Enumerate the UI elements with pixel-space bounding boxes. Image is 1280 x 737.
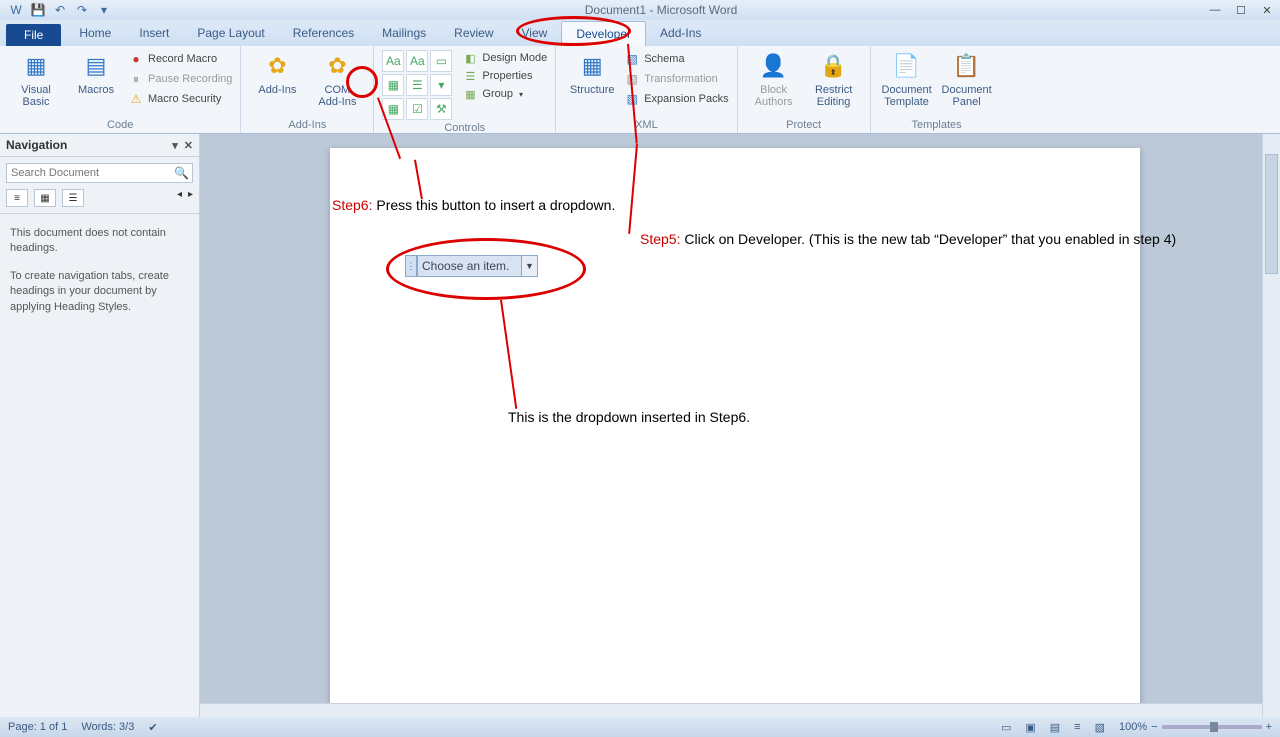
- zoom-slider[interactable]: [1162, 725, 1262, 729]
- view-print-layout-icon[interactable]: ▭: [1001, 721, 1011, 734]
- title-bar: W 💾 ↶ ↷ ▾ Document1 - Microsoft Word — ☐…: [0, 0, 1280, 20]
- view-full-screen-icon[interactable]: ▣: [1025, 721, 1035, 734]
- vertical-scrollbar[interactable]: [1262, 134, 1280, 717]
- rich-text-control-icon[interactable]: Aa: [382, 50, 404, 72]
- checkbox-control-icon[interactable]: ☑: [406, 98, 428, 120]
- properties-button[interactable]: ☰Properties: [462, 68, 547, 84]
- group-templates: 📄Document Template 📋Document Panel Templ…: [871, 46, 1003, 133]
- block-authors-button[interactable]: 👤Block Authors: [746, 50, 802, 108]
- save-icon[interactable]: 💾: [28, 1, 48, 19]
- tab-mailings[interactable]: Mailings: [368, 21, 440, 46]
- window-title: Document1 - Microsoft Word: [120, 3, 1202, 17]
- tab-add-ins[interactable]: Add-Ins: [646, 21, 715, 46]
- nav-close-icon[interactable]: ✕: [184, 139, 193, 152]
- design-mode-button[interactable]: ◧Design Mode: [462, 50, 547, 66]
- ribbon: ▦Visual Basic ▤Macros ●Record Macro ⏸Pau…: [0, 46, 1280, 134]
- date-picker-control-icon[interactable]: ▦: [382, 98, 404, 120]
- dropdown-content-control[interactable]: Choose an item. ▼: [417, 255, 538, 277]
- transformation-button[interactable]: ▧Transformation: [624, 70, 728, 88]
- restrict-editing-button[interactable]: 🔒Restrict Editing: [806, 50, 862, 108]
- file-tab[interactable]: File: [6, 24, 61, 46]
- zoom-out-button[interactable]: −: [1151, 721, 1157, 733]
- nav-tab-next-icon[interactable]: ▸: [188, 189, 193, 207]
- tab-developer[interactable]: Developer: [561, 21, 646, 46]
- record-macro-button[interactable]: ●Record Macro: [128, 50, 232, 68]
- document-area: [200, 134, 1280, 717]
- addins-button[interactable]: ✿Add-Ins: [249, 50, 305, 96]
- legacy-tools-icon[interactable]: ⚒: [430, 98, 452, 120]
- word-icon: W: [6, 1, 26, 19]
- quick-access-toolbar: W 💾 ↶ ↷ ▾: [0, 1, 120, 19]
- content-control-handle-icon[interactable]: ⋮: [405, 255, 417, 277]
- dropdown-placeholder-text: Choose an item.: [422, 259, 509, 273]
- pause-recording-button[interactable]: ⏸Pause Recording: [128, 70, 232, 88]
- dropdown-arrow-icon[interactable]: ▼: [521, 256, 537, 276]
- picture-control-icon[interactable]: ▭: [430, 50, 452, 72]
- group-xml: ▦Structure ▧Schema ▧Transformation ▧Expa…: [556, 46, 737, 133]
- nav-menu-icon[interactable]: ▾: [172, 139, 178, 152]
- status-bar: Page: 1 of 1 Words: 3/3 ✔ ▭ ▣ ▤ ≡ ▧ 100%…: [0, 717, 1280, 737]
- nav-tab-results[interactable]: ☰: [62, 189, 84, 207]
- nav-message-1: This document does not contain headings.: [10, 226, 189, 257]
- group-addins: ✿Add-Ins ✿COM Add-Ins Add-Ins: [241, 46, 374, 133]
- view-draft-icon[interactable]: ▧: [1095, 721, 1105, 734]
- status-words[interactable]: Words: 3/3: [81, 721, 134, 733]
- group-label: Templates: [879, 117, 995, 131]
- nav-tab-prev-icon[interactable]: ◂: [177, 189, 182, 207]
- macros-button[interactable]: ▤Macros: [68, 50, 124, 96]
- zoom-in-button[interactable]: +: [1266, 721, 1272, 733]
- annotation-caption: This is the dropdown inserted in Step6.: [508, 409, 750, 425]
- group-label: Protect: [746, 117, 862, 131]
- group-label: Controls: [382, 120, 547, 134]
- view-web-layout-icon[interactable]: ▤: [1050, 721, 1060, 734]
- expansion-packs-button[interactable]: ▧Expansion Packs: [624, 90, 728, 108]
- macro-security-button[interactable]: ⚠Macro Security: [128, 90, 232, 108]
- close-button[interactable]: ✕: [1254, 1, 1280, 19]
- group-label: Code: [8, 117, 232, 131]
- tab-references[interactable]: References: [279, 21, 368, 46]
- tab-view[interactable]: View: [508, 21, 562, 46]
- annotation-step5: Step5: Click on Developer. (This is the …: [640, 231, 1176, 247]
- nav-message-2: To create navigation tabs, create headin…: [10, 269, 189, 315]
- qat-menu-icon[interactable]: ▾: [94, 1, 114, 19]
- combobox-control-icon[interactable]: ☰: [406, 74, 428, 96]
- search-icon[interactable]: 🔍: [174, 166, 189, 180]
- group-label: XML: [564, 117, 728, 131]
- ribbon-tabs: File HomeInsertPage LayoutReferencesMail…: [0, 20, 1280, 46]
- schema-button[interactable]: ▧Schema: [624, 50, 728, 68]
- dropdown-control-icon[interactable]: ▾: [430, 74, 452, 96]
- zoom-level[interactable]: 100%: [1119, 721, 1147, 733]
- structure-button[interactable]: ▦Structure: [564, 50, 620, 96]
- document-panel-button[interactable]: 📋Document Panel: [939, 50, 995, 108]
- group-controls: Aa Aa ▭ ▦ ☰ ▾ ▦ ☑ ⚒ ◧Design Mode ☰Proper…: [374, 46, 556, 133]
- undo-icon[interactable]: ↶: [50, 1, 70, 19]
- tab-home[interactable]: Home: [65, 21, 125, 46]
- maximize-button[interactable]: ☐: [1228, 1, 1254, 19]
- nav-tab-pages[interactable]: ▦: [34, 189, 56, 207]
- status-page[interactable]: Page: 1 of 1: [8, 721, 67, 733]
- controls-gallery[interactable]: Aa Aa ▭ ▦ ☰ ▾ ▦ ☑ ⚒: [382, 50, 452, 120]
- document-template-button[interactable]: 📄Document Template: [879, 50, 935, 108]
- visual-basic-button[interactable]: ▦Visual Basic: [8, 50, 64, 108]
- nav-tab-headings[interactable]: ≡: [6, 189, 28, 207]
- group-code: ▦Visual Basic ▤Macros ●Record Macro ⏸Pau…: [0, 46, 241, 133]
- plain-text-control-icon[interactable]: Aa: [406, 50, 428, 72]
- navigation-title: Navigation: [6, 138, 67, 152]
- navigation-pane: Navigation ▾ ✕ 🔍 ≡ ▦ ☰ ◂ ▸ This document …: [0, 134, 200, 717]
- building-block-control-icon[interactable]: ▦: [382, 74, 404, 96]
- search-input[interactable]: [6, 163, 193, 183]
- group-protect: 👤Block Authors 🔒Restrict Editing Protect: [738, 46, 871, 133]
- horizontal-scrollbar[interactable]: [200, 703, 1262, 717]
- group-label: Add-Ins: [249, 117, 365, 131]
- tab-page-layout[interactable]: Page Layout: [183, 21, 278, 46]
- status-proof-icon[interactable]: ✔: [148, 721, 157, 734]
- minimize-button[interactable]: —: [1202, 1, 1228, 19]
- group-button[interactable]: ▦Group▾: [462, 86, 547, 102]
- com-addins-button[interactable]: ✿COM Add-Ins: [309, 50, 365, 108]
- tab-review[interactable]: Review: [440, 21, 507, 46]
- view-outline-icon[interactable]: ≡: [1074, 721, 1080, 733]
- redo-icon[interactable]: ↷: [72, 1, 92, 19]
- tab-insert[interactable]: Insert: [125, 21, 183, 46]
- annotation-step6: Step6: Press this button to insert a dro…: [332, 197, 615, 213]
